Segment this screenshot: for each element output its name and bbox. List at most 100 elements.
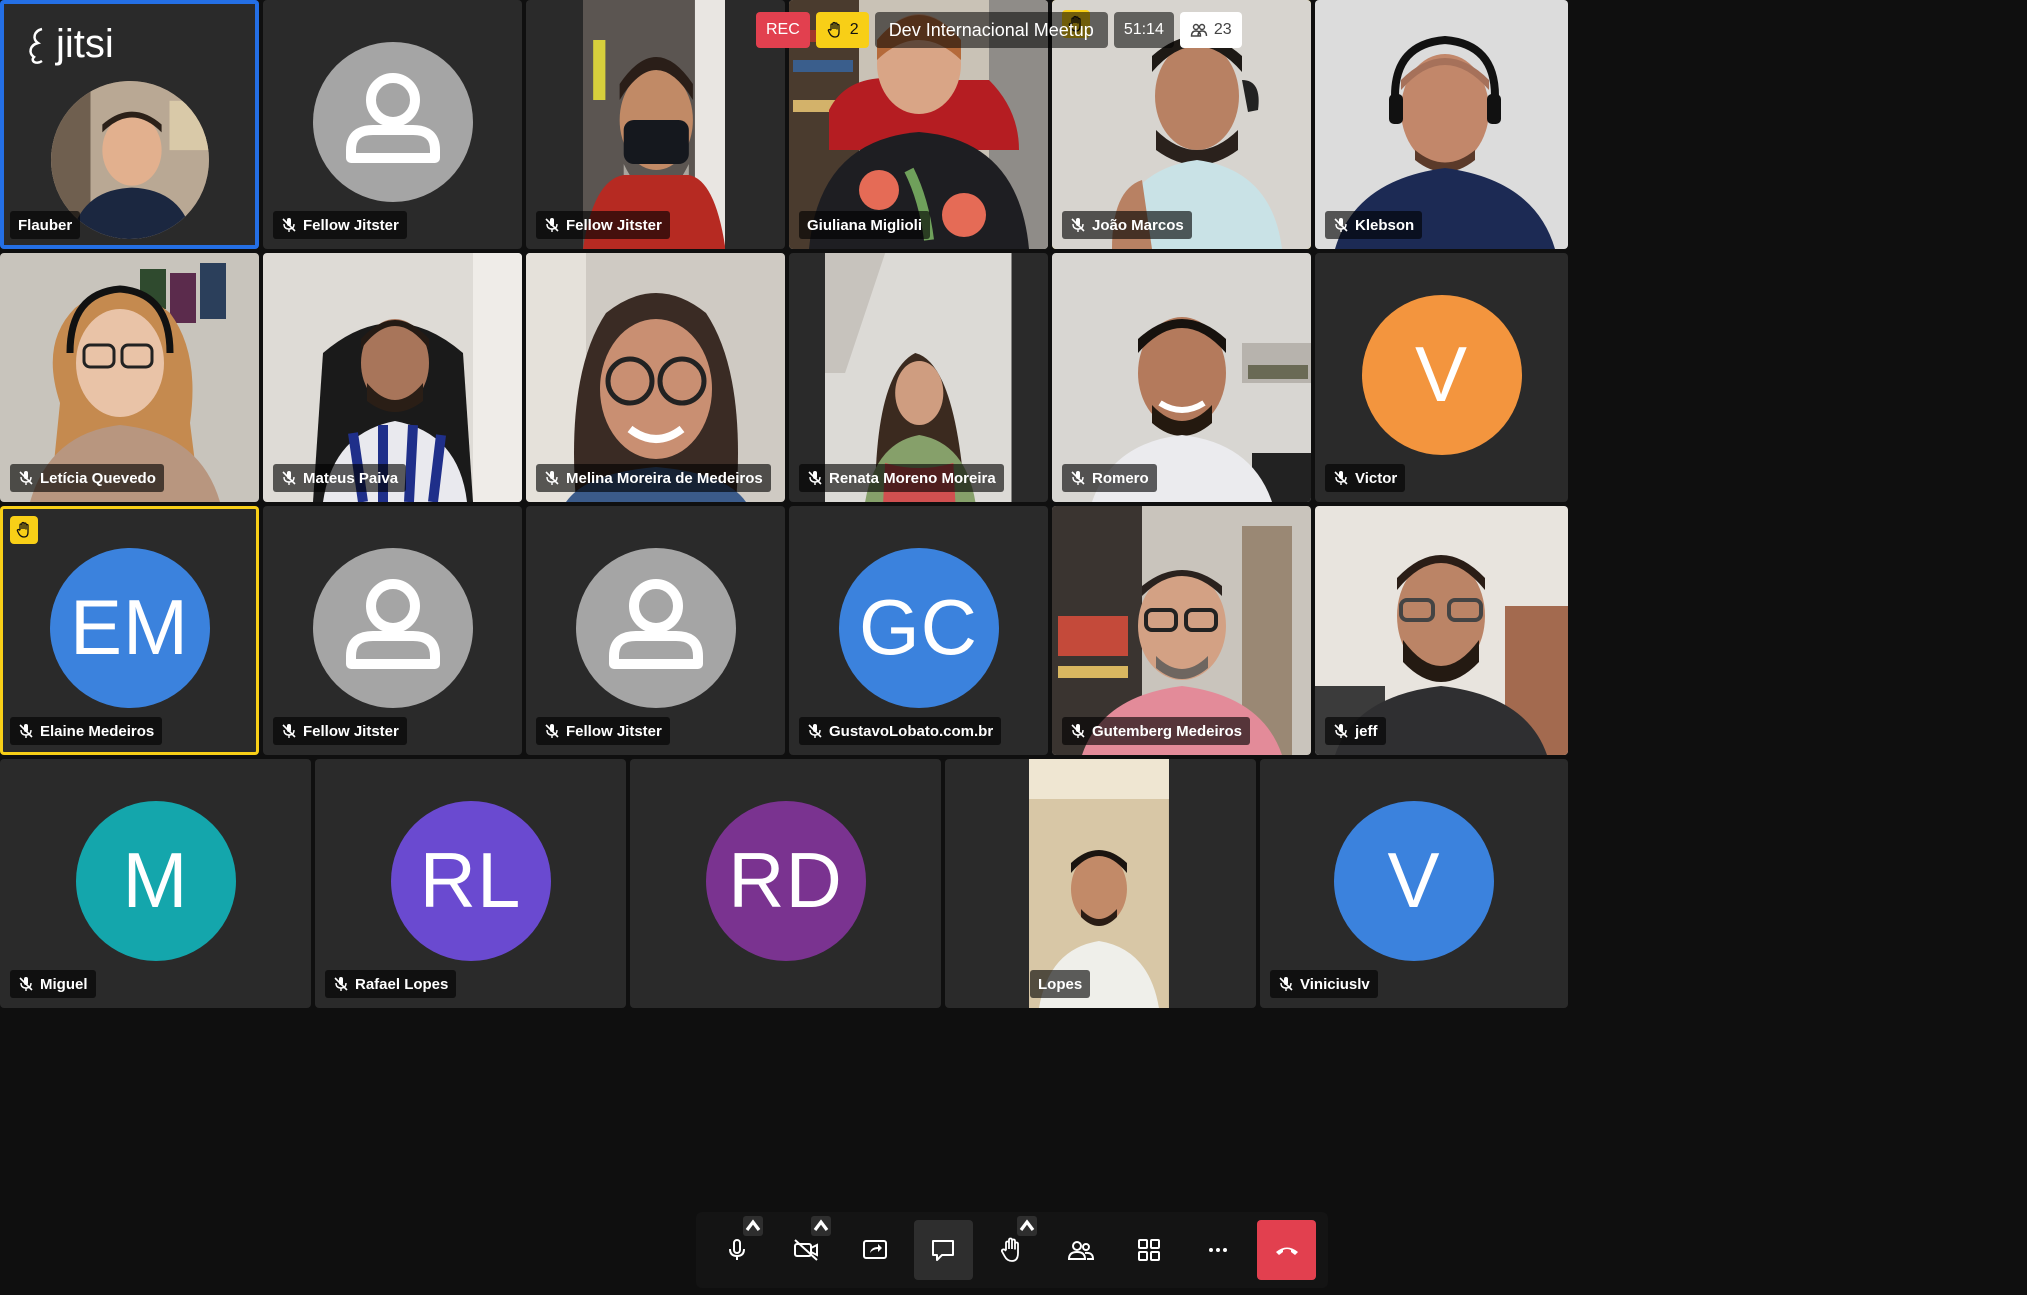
participant-name: Melina Moreira de Medeiros [566,469,763,487]
mic-muted-icon [19,471,33,485]
user-silhouette-icon [608,578,703,669]
raised-hand-icon [827,21,840,38]
participant-nameplate: GustavoLobato.com.br [799,717,1002,745]
participant-nameplate: Gutemberg Medeiros [1062,717,1251,745]
participant-tile[interactable]: EM Elaine Medeiros [0,506,259,755]
participant-tile[interactable]: Melina Moreira de Medeiros [526,253,785,502]
participant-nameplate: Victor [1325,464,1406,492]
microphone-button[interactable] [708,1216,767,1280]
initials-avatar: RL [390,800,551,961]
meeting-timer: 51:14 [1113,12,1174,48]
participant-name: Flauber [18,216,73,234]
raised-hands-counter[interactable]: 2 [815,12,869,48]
initials-avatar: V [1361,294,1522,455]
jitsi-logo-icon [29,27,43,64]
initials-avatar: V [1334,800,1494,961]
participants-counter[interactable]: 23 [1179,12,1242,48]
participant-nameplate: Viniciuslv [1270,970,1378,998]
participant-tile[interactable]: jeff [1315,506,1568,755]
more-icon [1209,1248,1228,1252]
participant-tile[interactable]: Letícia Quevedo [0,253,259,502]
raised-hand-icon [16,521,29,538]
participant-name: Gutemberg Medeiros [1092,722,1243,740]
hangup-button[interactable] [1257,1220,1317,1280]
chat-icon [932,1240,955,1261]
user-silhouette-icon [345,72,440,163]
participant-tile[interactable]: Lopes [945,759,1256,1008]
participant-nameplate: jeff [1325,717,1386,745]
participant-nameplate: Fellow Jitster [536,717,670,745]
participant-name: Elaine Medeiros [40,722,155,740]
mic-muted-icon [1334,471,1348,485]
mic-muted-icon [545,218,559,232]
participant-nameplate: Giuliana Miglioli [799,211,931,239]
participant-name: Fellow Jitster [566,216,662,234]
participant-tile[interactable]: Renata Moreno Moreira [789,253,1048,502]
participant-nameplate: Elaine Medeiros [10,717,163,745]
participants-icon [1190,23,1208,37]
participant-name: Fellow Jitster [303,216,399,234]
jitsi-logo: jitsi [24,22,114,67]
participant-tile[interactable]: Fellow Jitster [526,0,785,249]
participant-nameplate: Miguel [10,970,96,998]
raise-hand-button[interactable] [983,1216,1042,1280]
participant-tile[interactable]: Romero [1052,253,1311,502]
participant-tile[interactable]: jitsi Flauber [0,0,259,249]
mic-muted-icon [545,724,559,738]
participant-tile[interactable]: Gutemberg Medeiros [1052,506,1311,755]
participant-nameplate: Romero [1062,464,1157,492]
mic-muted-icon [1071,471,1085,485]
participant-nameplate: Rafael Lopes [325,970,457,998]
participant-name: Fellow Jitster [566,722,662,740]
mic-muted-icon [1071,724,1085,738]
initials-avatar: M [75,800,236,961]
participant-nameplate: Lopes [1030,970,1091,998]
camera-button[interactable] [777,1216,836,1280]
participant-tile[interactable]: Fellow Jitster [263,506,522,755]
tile-view-button[interactable] [1120,1220,1179,1280]
participant-tile[interactable]: RD [630,759,941,1008]
participant-name: Victor [1355,469,1398,487]
mic-muted-icon [334,977,348,991]
participant-tile[interactable]: Klebson [1315,0,1568,249]
participant-tile[interactable]: RL Rafael Lopes [315,759,626,1008]
participants-button[interactable] [1051,1220,1110,1280]
mic-muted-icon [282,724,296,738]
mic-muted-icon [1279,977,1293,991]
participant-tile[interactable]: V Victor [1315,253,1568,502]
mic-muted-icon [808,471,822,485]
share-screen-button[interactable] [845,1220,904,1280]
more-actions-button[interactable] [1189,1220,1248,1280]
jitsi-logo-text: jitsi [56,22,114,66]
participant-nameplate: Fellow Jitster [273,717,407,745]
participant-name: Renata Moreno Moreira [829,469,996,487]
default-avatar [312,41,473,202]
mic-muted-icon [808,724,822,738]
recording-indicator: REC [756,12,810,48]
mic-muted-icon [1071,218,1085,232]
chat-button[interactable] [914,1220,973,1280]
participant-tile[interactable]: GC GustavoLobato.com.br [789,506,1048,755]
video-settings-caret[interactable] [811,1216,832,1236]
mic-muted-icon [1334,724,1348,738]
reactions-caret[interactable] [1017,1216,1038,1236]
participant-tile[interactable]: M Miguel [0,759,311,1008]
participant-nameplate: Fellow Jitster [536,211,670,239]
participant-tile[interactable]: Fellow Jitster [526,506,785,755]
participant-name: jeff [1355,722,1378,740]
participant-nameplate: Klebson [1325,211,1423,239]
audio-settings-caret[interactable] [742,1216,763,1236]
participant-name: Letícia Quevedo [40,469,156,487]
participant-tile[interactable]: Fellow Jitster [263,0,522,249]
participant-tile[interactable]: V Viniciuslv [1260,759,1568,1008]
mic-muted-icon [19,724,33,738]
participant-name: Giuliana Miglioli [807,216,923,234]
participant-name: Lopes [1038,975,1083,993]
toolbox [696,1212,1328,1288]
mic-muted-icon [545,471,559,485]
participant-name: Miguel [40,975,88,993]
participant-tile[interactable]: Mateus Paiva [263,253,522,502]
conference-stage: jitsi Flauber Fellow Jitster Fellow Jits… [0,0,2027,1295]
default-avatar [575,547,736,708]
chevron-up-icon [814,1219,829,1231]
